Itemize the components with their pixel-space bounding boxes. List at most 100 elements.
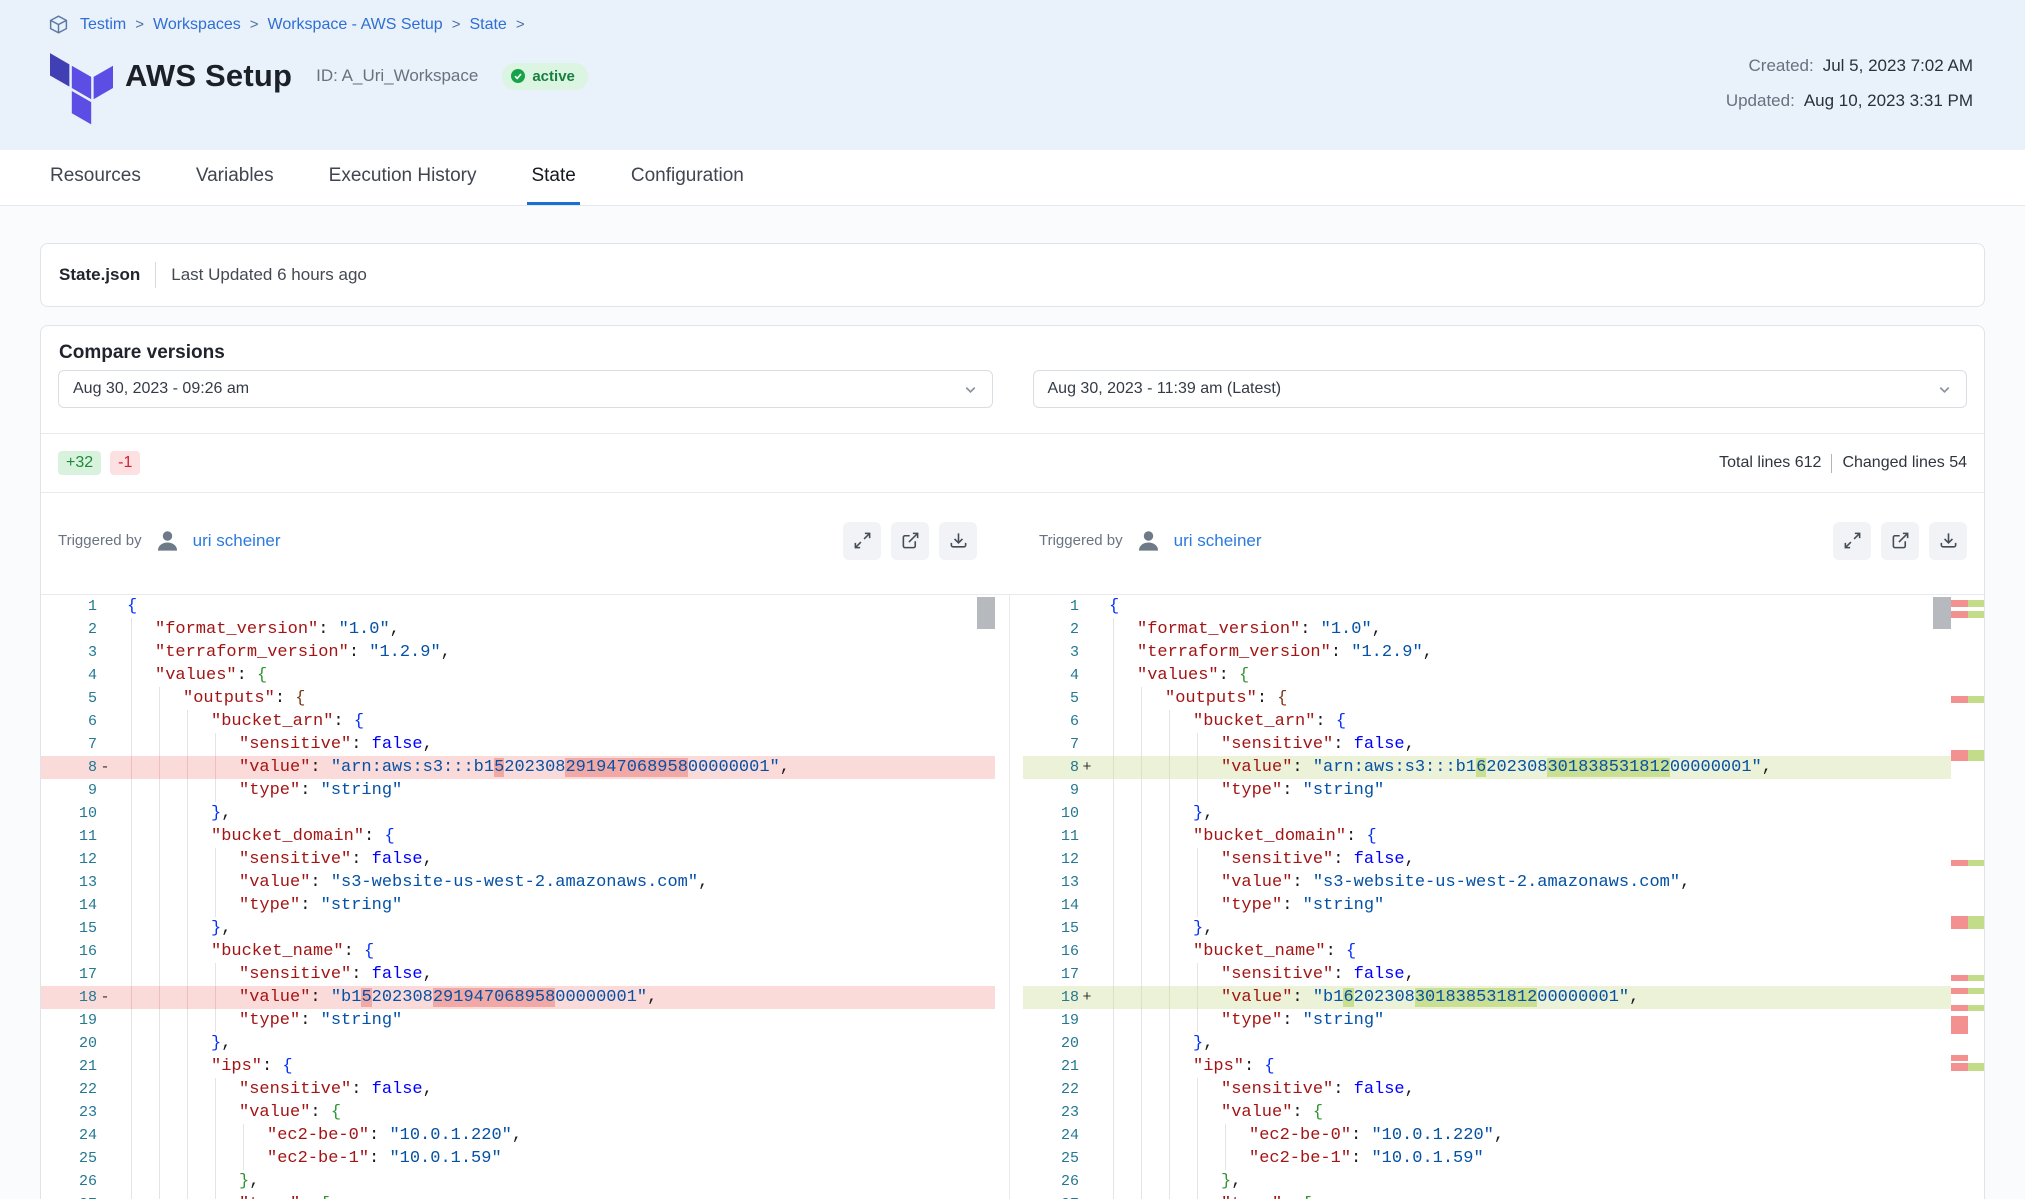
line-number: 2 bbox=[41, 618, 97, 641]
triggered-by-user-link[interactable]: uri scheiner bbox=[193, 531, 281, 551]
indent-guide bbox=[159, 1009, 160, 1032]
page: Testim>Workspaces>Workspace - AWS Setup>… bbox=[0, 0, 2025, 1199]
indent-guide bbox=[187, 1055, 188, 1078]
indent-guide bbox=[215, 963, 216, 986]
diff-marker bbox=[97, 917, 113, 940]
ruler-mark bbox=[1951, 916, 1985, 929]
indent-guide bbox=[159, 756, 160, 779]
ruler-mark bbox=[1951, 611, 1985, 618]
triggered-by-user-link[interactable]: uri scheiner bbox=[1174, 531, 1262, 551]
indent-guide bbox=[131, 756, 132, 779]
chevron-down-icon bbox=[1937, 382, 1952, 397]
code-line: 6"bucket_arn": { bbox=[1023, 710, 1951, 733]
indent-guide bbox=[1169, 825, 1170, 848]
diff-marker bbox=[97, 641, 113, 664]
indent-guide bbox=[159, 802, 160, 825]
code-line: 5"outputs": { bbox=[1023, 687, 1951, 710]
code-line: 26}, bbox=[1023, 1170, 1951, 1193]
open-external-button[interactable] bbox=[1881, 522, 1919, 560]
code-line: 9"type": "string" bbox=[41, 779, 995, 802]
indent-guide bbox=[131, 940, 132, 963]
page-title: AWS Setup bbox=[125, 58, 292, 94]
indent-guide bbox=[1113, 871, 1114, 894]
indent-guide bbox=[215, 1101, 216, 1124]
line-number: 23 bbox=[1023, 1101, 1079, 1124]
code-line: 19"type": "string" bbox=[1023, 1009, 1951, 1032]
line-number: 9 bbox=[41, 779, 97, 802]
breadcrumb-link[interactable]: Testim bbox=[80, 16, 126, 34]
expand-button[interactable] bbox=[1833, 522, 1871, 560]
indent-guide bbox=[131, 871, 132, 894]
right-code-panel[interactable]: 1{2"format_version": "1.0",3"terraform_v… bbox=[1023, 595, 1951, 1199]
triggered-by-label: Triggered by bbox=[1039, 532, 1123, 549]
code-line: 11"bucket_domain": { bbox=[1023, 825, 1951, 848]
indent-guide bbox=[187, 917, 188, 940]
code-line: 1{ bbox=[1023, 595, 1951, 618]
diff-marker bbox=[1079, 733, 1095, 756]
user-avatar bbox=[154, 527, 181, 554]
changed-lines-text: Changed lines 54 bbox=[1842, 454, 1967, 472]
tab-execution-history[interactable]: Execution History bbox=[325, 150, 481, 205]
indent-guide bbox=[131, 779, 132, 802]
status-badge: active bbox=[502, 63, 588, 90]
indent-guide bbox=[1169, 756, 1170, 779]
indent-guide bbox=[1113, 1170, 1114, 1193]
download-button[interactable] bbox=[939, 522, 977, 560]
code-line: 23"value": { bbox=[41, 1101, 995, 1124]
indent-guide bbox=[1113, 687, 1114, 710]
tab-variables[interactable]: Variables bbox=[192, 150, 278, 205]
diff-marker bbox=[97, 871, 113, 894]
indent-guide bbox=[1169, 848, 1170, 871]
diff-marker bbox=[97, 595, 113, 618]
line-number: 3 bbox=[41, 641, 97, 664]
left-scrollbar-thumb[interactable] bbox=[977, 597, 995, 629]
code-line: 1{ bbox=[41, 595, 995, 618]
compare-title: Compare versions bbox=[41, 326, 1984, 370]
indent-guide bbox=[187, 940, 188, 963]
download-button[interactable] bbox=[1929, 522, 1967, 560]
indent-guide bbox=[1113, 1055, 1114, 1078]
indent-guide bbox=[1113, 1009, 1114, 1032]
indent-guide bbox=[187, 1147, 188, 1170]
line-number: 25 bbox=[41, 1147, 97, 1170]
indent-guide bbox=[1113, 986, 1114, 1009]
line-number: 19 bbox=[41, 1009, 97, 1032]
diff-overview-ruler[interactable] bbox=[1951, 595, 1985, 1199]
tab-resources[interactable]: Resources bbox=[46, 150, 145, 205]
created-label: Created: bbox=[1749, 56, 1814, 76]
code-line: 24"ec2-be-0": "10.0.1.220", bbox=[41, 1124, 995, 1147]
indent-guide bbox=[1113, 963, 1114, 986]
code-line: 13"value": "s3-website-us-west-2.amazona… bbox=[41, 871, 995, 894]
version-select-left[interactable]: Aug 30, 2023 - 09:26 am bbox=[58, 370, 993, 408]
indent-guide bbox=[187, 1032, 188, 1055]
open-external-button[interactable] bbox=[891, 522, 929, 560]
diff-marker bbox=[97, 710, 113, 733]
expand-button[interactable] bbox=[843, 522, 881, 560]
divider bbox=[155, 262, 156, 288]
updated-label: Updated: bbox=[1726, 91, 1795, 111]
indent-guide bbox=[159, 940, 160, 963]
version-select-right[interactable]: Aug 30, 2023 - 11:39 am (Latest) bbox=[1033, 370, 1968, 408]
ruler-mark bbox=[1951, 860, 1985, 866]
line-number: 22 bbox=[1023, 1078, 1079, 1101]
diff-editor[interactable]: 1{2"format_version": "1.0",3"terraform_v… bbox=[41, 594, 1984, 1199]
tab-state[interactable]: State bbox=[527, 150, 579, 205]
right-scrollbar-thumb[interactable] bbox=[1933, 597, 1951, 629]
diff-marker bbox=[97, 1170, 113, 1193]
diff-marker bbox=[97, 1147, 113, 1170]
diff-marker bbox=[97, 963, 113, 986]
breadcrumb-link[interactable]: Workspaces bbox=[153, 16, 241, 34]
diff-marker bbox=[97, 1078, 113, 1101]
open-external-icon bbox=[901, 531, 920, 550]
left-code-panel[interactable]: 1{2"format_version": "1.0",3"terraform_v… bbox=[41, 595, 995, 1199]
code-line: 22"sensitive": false, bbox=[1023, 1078, 1951, 1101]
code-line: 3"terraform_version": "1.2.9", bbox=[1023, 641, 1951, 664]
indent-guide bbox=[215, 848, 216, 871]
code-line: 8-"value": "arn:aws:s3:::b15202308291947… bbox=[41, 756, 995, 779]
tab-configuration[interactable]: Configuration bbox=[627, 150, 748, 205]
line-number: 16 bbox=[1023, 940, 1079, 963]
breadcrumb-link[interactable]: State bbox=[469, 16, 506, 34]
breadcrumb-link[interactable]: Workspace - AWS Setup bbox=[268, 16, 443, 34]
indent-guide bbox=[1197, 963, 1198, 986]
indent-guide bbox=[1113, 1147, 1114, 1170]
